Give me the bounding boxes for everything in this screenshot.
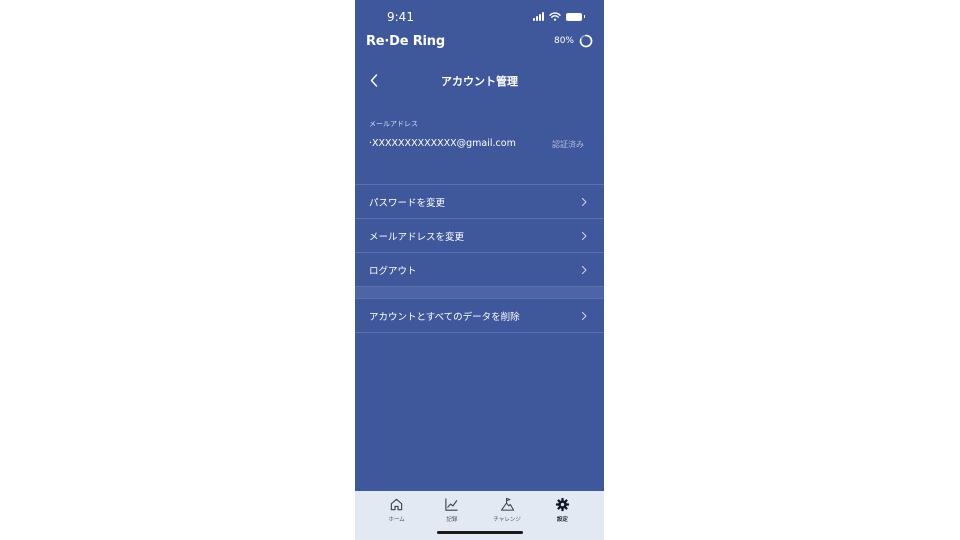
chevron-right-icon bbox=[581, 311, 587, 321]
tab-label: チャレンジ bbox=[493, 517, 521, 523]
chevron-right-icon bbox=[581, 231, 587, 241]
menu-item-label: パスワードを変更 bbox=[369, 197, 446, 209]
menu-group-separator bbox=[355, 286, 604, 298]
home-icon bbox=[390, 498, 403, 511]
wifi-icon bbox=[549, 12, 561, 21]
tab-settings[interactable]: 設定 bbox=[542, 491, 582, 540]
ring-battery-percent: 80% bbox=[553, 36, 574, 46]
status-time: 9:41 bbox=[387, 10, 414, 24]
brand-logo: Re·De Ring bbox=[366, 34, 445, 49]
tab-label: ホーム bbox=[388, 517, 405, 523]
delete-account-item[interactable]: アカウントとすべてのデータを削除 bbox=[355, 298, 604, 332]
tab-label: 設定 bbox=[556, 517, 568, 523]
ring-status[interactable]: 80% bbox=[554, 34, 593, 48]
home-indicator bbox=[437, 531, 523, 534]
mountain-flag-icon bbox=[500, 497, 514, 511]
chart-icon bbox=[445, 498, 459, 511]
change-email-item[interactable]: メールアドレスを変更 bbox=[355, 218, 604, 252]
status-icons bbox=[533, 12, 585, 21]
change-password-item[interactable]: パスワードを変更 bbox=[355, 184, 604, 218]
menu-item-label: アカウントとすべてのデータを削除 bbox=[369, 311, 520, 323]
email-section: メールアドレス ·XXXXXXXXXXXXX@gmail.com 認証済み bbox=[355, 116, 604, 176]
tab-label: 記録 bbox=[446, 517, 458, 523]
menu-divider bbox=[355, 332, 604, 333]
menu-item-label: ログアウト bbox=[369, 265, 417, 277]
phone-screen: 9:41 Re·De Ring 80% アカウント管理 メールアドレス ·XXX… bbox=[355, 0, 604, 540]
page-title: アカウント管理 bbox=[441, 75, 518, 88]
battery-icon bbox=[566, 12, 585, 21]
tab-home[interactable]: ホーム bbox=[377, 491, 417, 540]
app-header: Re·De Ring 80% bbox=[355, 32, 604, 54]
signal-icon bbox=[533, 12, 544, 21]
chevron-right-icon bbox=[581, 197, 587, 207]
menu-item-label: メールアドレスを変更 bbox=[369, 231, 465, 243]
email-label: メールアドレス bbox=[369, 120, 418, 128]
status-bar: 9:41 bbox=[355, 0, 604, 32]
email-value: ·XXXXXXXXXXXXX@gmail.com bbox=[369, 138, 516, 149]
email-verified-badge: 認証済み bbox=[552, 140, 584, 149]
settings-menu: パスワードを変更 メールアドレスを変更 ログアウト アカウントとすべてのデータを… bbox=[355, 184, 604, 333]
ring-icon bbox=[579, 34, 593, 48]
chevron-right-icon bbox=[581, 265, 587, 275]
logout-item[interactable]: ログアウト bbox=[355, 252, 604, 286]
nav-bar: アカウント管理 bbox=[355, 68, 604, 94]
gear-icon bbox=[555, 497, 569, 512]
